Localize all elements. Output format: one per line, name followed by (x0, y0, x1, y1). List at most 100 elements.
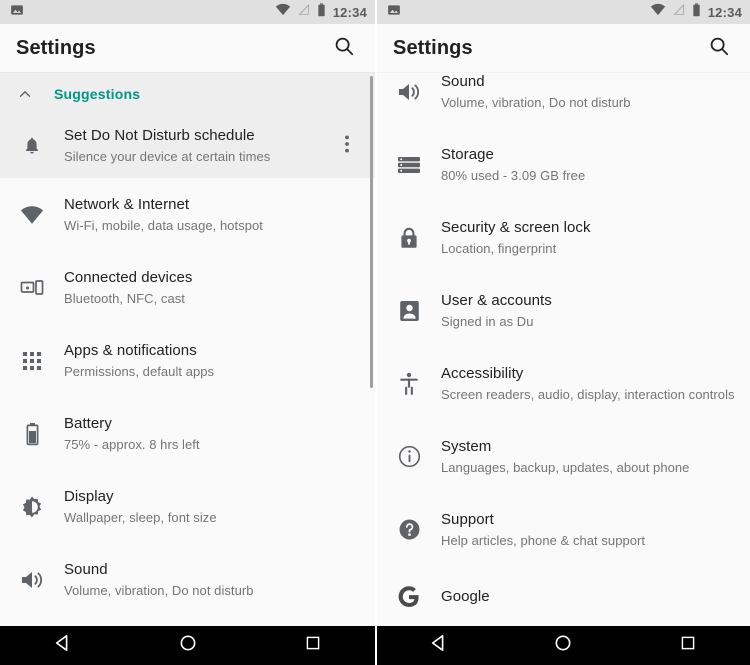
app-bar: Settings (0, 24, 375, 72)
settings-row-storage[interactable]: Storage 80% used - 3.09 GB free (377, 128, 750, 201)
google-icon (377, 585, 441, 609)
status-bar: 12:34 (0, 0, 375, 24)
settings-row-security[interactable]: Security & screen lock Location, fingerp… (377, 201, 750, 274)
settings-row-text: User & accounts Signed in as Du (441, 291, 750, 331)
app-bar-actions (329, 33, 359, 63)
settings-row-support[interactable]: Support Help articles, phone & chat supp… (377, 493, 750, 566)
settings-row-title: Support (441, 510, 494, 528)
settings-row-battery[interactable]: Battery 75% - approx. 8 hrs left (0, 397, 375, 470)
settings-row-sound[interactable]: Sound Volume, vibration, Do not disturb (377, 72, 750, 128)
battery-icon (317, 2, 326, 22)
settings-row-network[interactable]: Network & Internet Wi-Fi, mobile, data u… (0, 178, 375, 251)
settings-row-text: Security & screen lock Location, fingerp… (441, 218, 750, 258)
settings-row-user-accounts[interactable]: User & accounts Signed in as Du (377, 274, 750, 347)
suggestions-header[interactable]: Suggestions (0, 72, 375, 116)
chevron-up-icon[interactable] (16, 85, 54, 103)
settings-row-title: Sound (64, 560, 108, 578)
app-bar-actions (704, 33, 734, 63)
volume-icon (0, 569, 64, 591)
search-button[interactable] (704, 33, 734, 63)
settings-row-sound[interactable]: Sound Volume, vibration, Do not disturb (0, 543, 375, 616)
recents-button[interactable] (658, 626, 718, 665)
settings-row-subtitle: Volume, vibration, Do not disturb (441, 94, 631, 110)
settings-row-text: Google (441, 587, 750, 607)
settings-row-subtitle: Location, fingerprint (441, 240, 557, 256)
image-icon (387, 3, 401, 22)
status-bar: 12:34 (377, 0, 750, 24)
scrollbar-thumb-left[interactable] (370, 76, 373, 388)
settings-row-system[interactable]: System Languages, backup, updates, about… (377, 420, 750, 493)
page-title: Settings (393, 36, 473, 59)
status-bar-indicators: 12:34 (650, 2, 742, 22)
dual-screenshot-container: 12:34 Settings Suggestions Set Do Not Di… (0, 0, 750, 665)
help-icon (377, 518, 441, 541)
settings-row-text: Storage 80% used - 3.09 GB free (441, 145, 750, 185)
settings-row-text: Network & Internet Wi-Fi, mobile, data u… (64, 195, 375, 235)
settings-row-subtitle: Signed in as Du (441, 313, 534, 329)
suggestions-card: Suggestions Set Do Not Disturb schedule … (0, 72, 375, 178)
suggestion-text-block: Set Do Not Disturb schedule Silence your… (64, 126, 325, 166)
info-icon (377, 445, 441, 468)
back-button[interactable] (33, 626, 93, 665)
status-bar-notifications (387, 3, 401, 22)
back-button[interactable] (409, 626, 469, 665)
signal-disabled-icon (297, 3, 310, 21)
phone-screen-left: 12:34 Settings Suggestions Set Do Not Di… (0, 0, 375, 665)
recents-square-icon (680, 635, 696, 656)
settings-list-left: Suggestions Set Do Not Disturb schedule … (0, 72, 375, 626)
settings-row-text: Accessibility Screen readers, audio, dis… (441, 364, 750, 404)
search-icon (333, 35, 355, 62)
settings-row-subtitle: Languages, backup, updates, about phone (441, 459, 690, 475)
suggestion-item-dnd[interactable]: Set Do Not Disturb schedule Silence your… (0, 116, 375, 178)
apps-grid-icon (0, 351, 64, 371)
settings-row-title: Sound (441, 72, 485, 90)
settings-row-storage[interactable]: Storage 80% used - 3.09 GB free (0, 616, 375, 626)
settings-row-text: Sound Volume, vibration, Do not disturb (64, 560, 375, 600)
wifi-icon (275, 3, 291, 21)
settings-row-accessibility[interactable]: Accessibility Screen readers, audio, dis… (377, 347, 750, 420)
status-bar-notifications (10, 3, 24, 22)
signal-disabled-icon (672, 3, 685, 21)
settings-row-subtitle: Bluetooth, NFC, cast (64, 290, 185, 306)
settings-row-display[interactable]: Display Wallpaper, sleep, font size (0, 470, 375, 543)
home-button[interactable] (158, 626, 218, 665)
person-icon (377, 300, 441, 322)
settings-row-connected-devices[interactable]: Connected devices Bluetooth, NFC, cast (0, 251, 375, 324)
suggestions-label: Suggestions (54, 86, 141, 102)
suggestion-title: Set Do Not Disturb schedule (64, 127, 255, 144)
settings-row-text: Support Help articles, phone & chat supp… (441, 510, 750, 550)
battery-icon (692, 2, 701, 22)
suggestion-subtitle: Silence your device at certain times (64, 149, 271, 164)
page-title: Settings (16, 36, 96, 59)
settings-row-subtitle: Screen readers, audio, display, interact… (441, 386, 735, 402)
settings-scroll-area-right[interactable]: Display Wallpaper, sleep, font size Soun… (377, 72, 750, 626)
lock-icon (377, 226, 441, 250)
settings-scroll-area-left[interactable]: Suggestions Set Do Not Disturb schedule … (0, 72, 375, 626)
suggestion-overflow-button[interactable] (325, 135, 369, 158)
home-circle-icon (179, 634, 197, 657)
image-icon (10, 3, 24, 22)
recents-square-icon (305, 635, 321, 656)
settings-row-title: Storage (441, 145, 494, 163)
bell-icon (0, 135, 64, 157)
settings-row-subtitle: 75% - approx. 8 hrs left (64, 436, 200, 452)
settings-row-title: System (441, 437, 492, 455)
settings-row-title: User & accounts (441, 291, 552, 309)
status-bar-indicators: 12:34 (275, 2, 367, 22)
settings-row-subtitle: Help articles, phone & chat support (441, 532, 646, 548)
settings-row-google[interactable]: Google (377, 566, 750, 626)
android-nav-bar (377, 626, 750, 665)
settings-row-text: Display Wallpaper, sleep, font size (64, 487, 375, 527)
settings-row-title: Connected devices (64, 268, 193, 286)
settings-row-apps-notifications[interactable]: Apps & notifications Permissions, defaul… (0, 324, 375, 397)
settings-row-text: Connected devices Bluetooth, NFC, cast (64, 268, 375, 308)
home-button[interactable] (533, 626, 593, 665)
settings-row-text: Battery 75% - approx. 8 hrs left (64, 414, 375, 454)
settings-row-title: Battery (64, 414, 112, 432)
settings-list-right: Display Wallpaper, sleep, font size Soun… (377, 72, 750, 626)
settings-row-title: Apps & notifications (64, 341, 197, 359)
settings-row-subtitle: Volume, vibration, Do not disturb (64, 582, 254, 598)
recents-button[interactable] (283, 626, 343, 665)
search-button[interactable] (329, 33, 359, 63)
back-triangle-icon (430, 634, 448, 657)
